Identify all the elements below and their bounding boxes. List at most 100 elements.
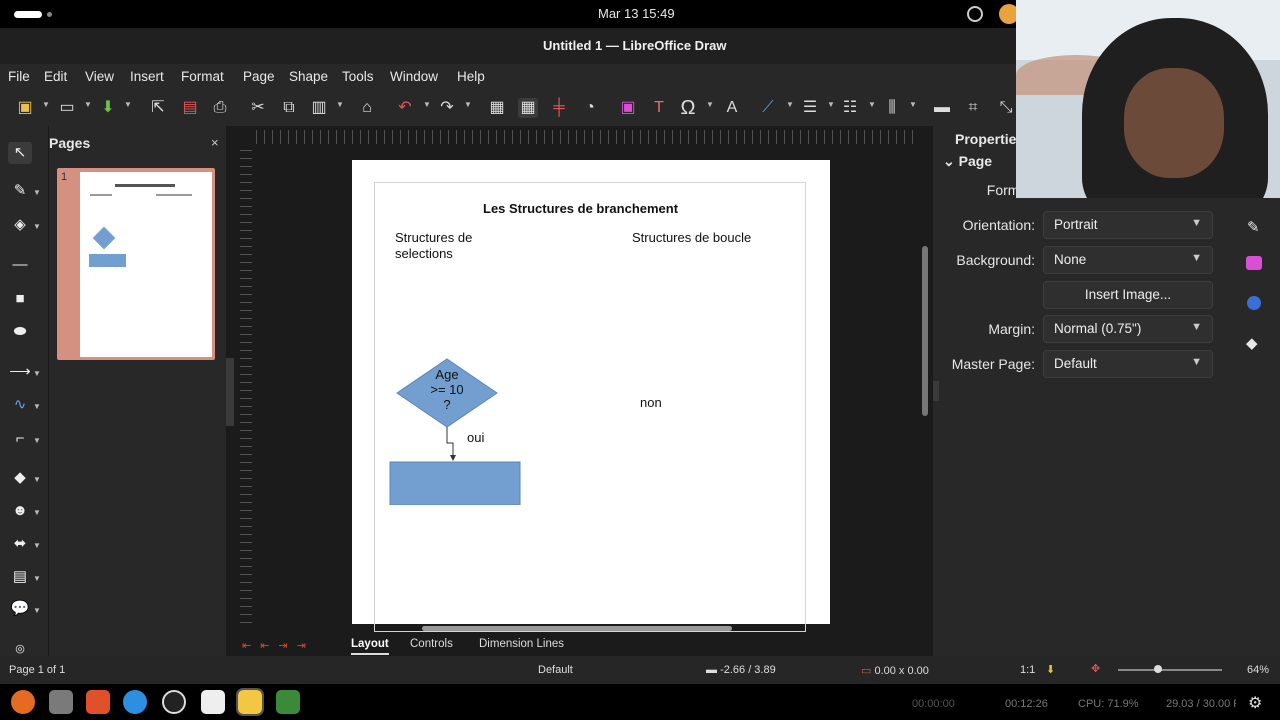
basic-shapes-dropdown-icon[interactable]: ▼ — [33, 475, 41, 484]
datetime[interactable]: Mar 13 15:49 — [598, 6, 675, 21]
sidebar-splitter[interactable] — [933, 381, 939, 401]
block-arrows-dropdown-icon[interactable]: ▼ — [33, 541, 41, 550]
margin-select[interactable]: Normal (0.75") ▼ — [1043, 315, 1213, 343]
select-arrow-icon[interactable]: ↖ — [8, 142, 32, 164]
line-color-dropdown-icon[interactable]: ▼ — [33, 188, 41, 197]
curve-dropdown-icon[interactable]: ▼ — [33, 402, 41, 411]
no-label[interactable]: non — [640, 395, 662, 410]
clone-formatting-icon[interactable]: ⌂ — [357, 98, 377, 118]
process-rectangle[interactable] — [389, 461, 521, 505]
align-dropdown-icon[interactable]: ▼ — [827, 100, 835, 109]
image-icon[interactable]: ▣ — [618, 98, 638, 118]
pages-panel-splitter[interactable] — [226, 358, 234, 426]
orientation-select[interactable]: Portrait ▼ — [1043, 211, 1213, 239]
styles-icon[interactable]: ✎ — [1247, 218, 1260, 236]
shapes-diamond-icon[interactable]: ◆ — [1246, 334, 1258, 352]
vertical-scrollbar[interactable] — [922, 246, 928, 416]
status-page[interactable]: Page 1 of 1 — [9, 664, 65, 676]
help-icon[interactable] — [123, 690, 147, 714]
fit-page-icon[interactable]: ✥ — [1091, 662, 1100, 675]
zoom-slider[interactable] — [1118, 669, 1222, 671]
menu-shape[interactable]: Shape — [289, 69, 328, 84]
export-pdf-icon[interactable]: ▤ — [180, 98, 200, 118]
arrange-dropdown-icon[interactable]: ▼ — [868, 100, 876, 109]
page-navigation-icons[interactable]: ⇤⇤⇥⇥ — [242, 639, 315, 652]
distribute-icon[interactable]: ⫼ — [882, 98, 902, 118]
fontwork-icon[interactable]: A — [722, 98, 742, 118]
undo-icon[interactable]: ↶ — [395, 98, 415, 118]
yes-label[interactable]: oui — [467, 430, 484, 445]
new-dropdown-icon[interactable]: ▼ — [42, 100, 50, 109]
callouts-dropdown-icon[interactable]: ▼ — [33, 606, 41, 615]
save-icon[interactable]: ⬇ — [98, 98, 118, 118]
obs-studio-icon[interactable] — [162, 690, 186, 714]
page-section-header[interactable]: ⌄ Page — [943, 153, 992, 170]
curve-icon[interactable]: ∿ — [8, 394, 32, 416]
save-dropdown-icon[interactable]: ▼ — [124, 100, 132, 109]
close-panel-icon[interactable]: × — [211, 135, 219, 150]
obs-tray-icon[interactable] — [967, 6, 983, 22]
distribute-dropdown-icon[interactable]: ▼ — [909, 100, 917, 109]
new-document-icon[interactable]: ▣ — [15, 98, 35, 118]
helplines-icon[interactable]: ╪ — [549, 98, 569, 118]
files-icon[interactable] — [49, 690, 73, 714]
libreoffice-icon[interactable] — [201, 690, 225, 714]
zoom-slider-handle[interactable] — [1154, 665, 1162, 673]
insert-image-button[interactable]: Insert Image... — [1043, 281, 1213, 309]
master-page-select[interactable]: Default ▼ — [1043, 350, 1213, 378]
menu-file[interactable]: File — [8, 69, 30, 84]
callouts-icon[interactable]: 💬 — [8, 598, 32, 620]
tab-layout[interactable]: Layout — [351, 638, 389, 655]
connector-icon[interactable]: ⌐ — [8, 428, 32, 450]
zoom-pan-icon[interactable]: ◔ — [580, 98, 600, 118]
align-icon[interactable]: ☰ — [800, 98, 820, 118]
arrange-icon[interactable]: ☷ — [840, 98, 860, 118]
line-color-icon[interactable]: ✎ — [8, 180, 32, 202]
print-icon[interactable]: ⎙ — [210, 98, 230, 118]
basic-shapes-diamond-icon[interactable]: ◆ — [8, 467, 32, 489]
software-center-icon[interactable] — [86, 690, 110, 714]
paste-icon[interactable]: ▥ — [309, 98, 329, 118]
redo-icon[interactable]: ↷ — [437, 98, 457, 118]
fill-color-dropdown-icon[interactable]: ▼ — [33, 222, 41, 231]
symbol-shapes-icon[interactable]: ☻ — [8, 500, 32, 522]
left-heading[interactable]: Structures de selections — [395, 230, 472, 262]
toggle-extrusion-icon[interactable]: ⤡ — [996, 98, 1016, 118]
menu-page[interactable]: Page — [243, 69, 275, 84]
rectangle-icon[interactable]: ■ — [8, 288, 32, 310]
menu-tools[interactable]: Tools — [342, 69, 374, 84]
symbol-shapes-dropdown-icon[interactable]: ▼ — [33, 508, 41, 517]
libreoffice-draw-icon[interactable] — [236, 688, 264, 716]
tab-controls[interactable]: Controls — [410, 638, 453, 650]
crop-icon[interactable]: ⌗ — [963, 98, 983, 118]
status-layout[interactable]: Default — [538, 664, 573, 676]
firefox-icon[interactable] — [11, 690, 35, 714]
special-character-icon[interactable]: Ω — [678, 98, 698, 118]
trash-icon[interactable] — [276, 690, 300, 714]
menu-view[interactable]: View — [85, 69, 114, 84]
right-heading[interactable]: Structures de boucle — [632, 230, 751, 245]
activities-pill[interactable] — [14, 11, 42, 18]
navigator-icon[interactable] — [1247, 296, 1261, 310]
menu-format[interactable]: Format — [181, 69, 224, 84]
drawing-page[interactable]: Les Structures de branchement Structures… — [352, 160, 830, 632]
redo-dropdown-icon[interactable]: ▼ — [464, 100, 472, 109]
tab-dimension-lines[interactable]: Dimension Lines — [479, 638, 564, 650]
menu-window[interactable]: Window — [390, 69, 438, 84]
flowchart-icon[interactable]: ▤ — [8, 566, 32, 588]
connector-dropdown-icon[interactable]: ▼ — [33, 436, 41, 445]
status-zoom[interactable]: 64% — [1247, 664, 1269, 676]
menu-edit[interactable]: Edit — [44, 69, 67, 84]
snap-to-grid-icon[interactable]: ▦ — [518, 98, 538, 118]
settings-gear-icon[interactable]: ⚙ — [1248, 693, 1262, 713]
undo-dropdown-icon[interactable]: ▼ — [423, 100, 431, 109]
transformations-icon[interactable]: ⟋ — [758, 98, 778, 118]
document-modified-icon[interactable]: ⬇ — [1046, 663, 1055, 676]
background-select[interactable]: None ▼ — [1043, 246, 1213, 274]
open-icon[interactable]: ▭ — [57, 98, 77, 118]
copy-icon[interactable]: ⧉ — [279, 98, 299, 118]
arrow-line-icon[interactable]: ⟶ — [8, 361, 32, 383]
grid-icon[interactable]: ▦ — [487, 98, 507, 118]
status-scale[interactable]: 1:1 — [1020, 664, 1035, 676]
document-title[interactable]: Les Structures de branchement — [483, 201, 678, 216]
